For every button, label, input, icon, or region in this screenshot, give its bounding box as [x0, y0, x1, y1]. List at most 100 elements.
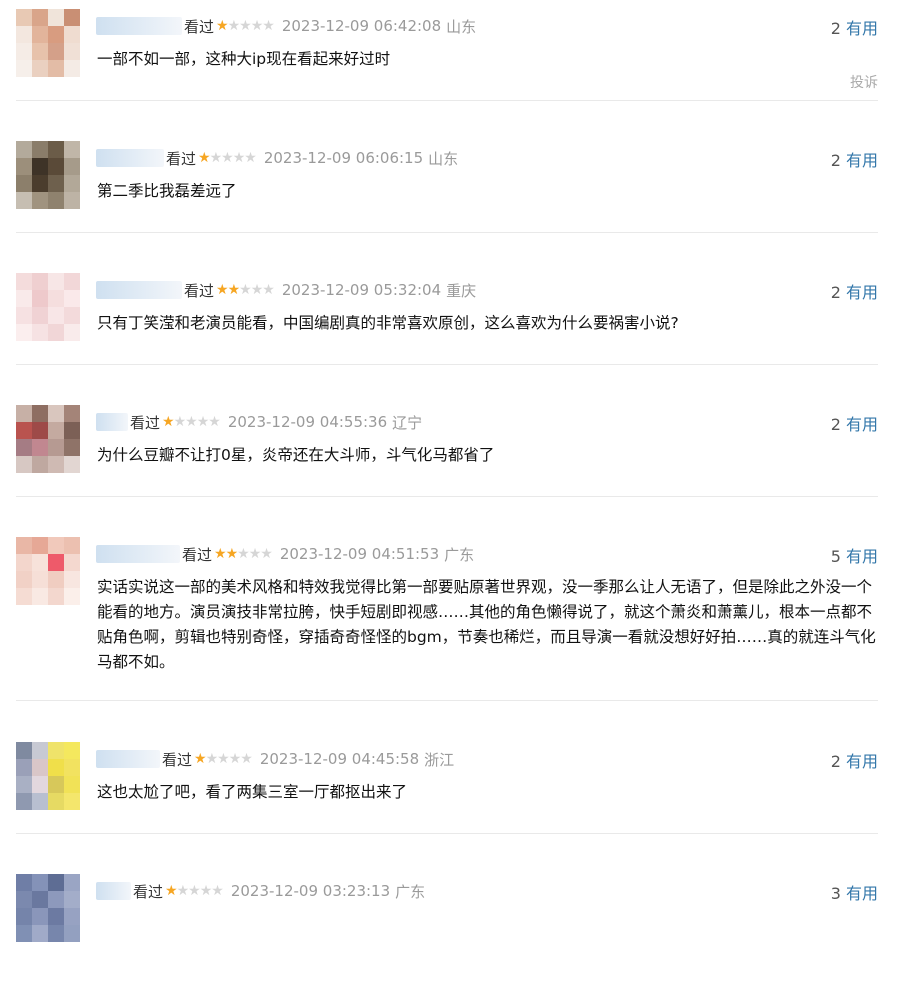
- comment-location: 广东: [395, 882, 426, 901]
- avatar[interactable]: [16, 742, 80, 810]
- rating-stars: ★★★★★: [162, 414, 221, 430]
- comment-time: 2023-12-09 04:51:53: [279, 545, 440, 563]
- star-icon: ★: [240, 751, 253, 767]
- comment-time: 2023-12-09 05:32:04: [281, 281, 442, 299]
- username-blurred[interactable]: [96, 545, 180, 563]
- comment-text: 实话实说这一部的美术风格和特效我觉得比第一部要贴原著世界观，没一季那么让人无语了…: [97, 578, 876, 671]
- useful-label: 有用: [845, 752, 878, 771]
- star-icon: ★: [225, 546, 239, 562]
- useful-count: 5: [830, 547, 841, 566]
- useful-vote-button[interactable]: 2 有用: [831, 147, 878, 171]
- rating-stars: ★★★★★: [216, 18, 275, 34]
- useful-vote-button[interactable]: 2 有用: [831, 748, 878, 772]
- watch-status: 看过: [130, 413, 161, 432]
- comment-text: 这也太尬了吧，看了两集三室一厅都抠出来了: [97, 783, 408, 801]
- comment-meta: 看过 ★★★★★ 2023-12-09 04:45:58 浙江: [96, 748, 454, 770]
- star-icon: ★: [227, 282, 241, 298]
- comment-location: 广东: [444, 545, 475, 564]
- star-icon: ★: [198, 150, 211, 166]
- avatar[interactable]: [16, 273, 80, 341]
- useful-count: 2: [830, 19, 841, 38]
- star-icon: ★: [248, 546, 262, 562]
- comment-text: 只有丁笑滢和老演员能看，中国编剧真的非常喜欢原创，这么喜欢为什么要祸害小说?: [97, 314, 679, 332]
- useful-vote-button[interactable]: 2 有用: [831, 279, 878, 303]
- username-blurred[interactable]: [96, 17, 182, 35]
- useful-vote-button[interactable]: 2 有用: [831, 15, 878, 39]
- useful-vote-button[interactable]: 2 有用: [831, 411, 878, 435]
- comment-text: 为什么豆瓣不让打0星，炎帝还在大斗师，斗气化马都省了: [97, 446, 495, 464]
- comment-meta: 看过 ★★★★★ 2023-12-09 04:51:53 广东: [96, 543, 474, 565]
- comment-location: 辽宁: [392, 413, 423, 432]
- avatar[interactable]: [16, 537, 80, 605]
- comment-divider: [16, 100, 878, 101]
- useful-label: 有用: [845, 884, 878, 903]
- comment-meta: 看过 ★★★★★ 2023-12-09 05:32:04 重庆: [96, 279, 476, 301]
- star-icon: ★: [262, 282, 275, 298]
- useful-count: 2: [830, 752, 841, 771]
- comment-meta: 看过 ★★★★★ 2023-12-09 06:42:08 山东: [96, 15, 476, 37]
- useful-label: 有用: [845, 547, 878, 566]
- comment-item: 看过 ★★★★★ 2023-12-09 05:32:04 重庆 2 有用 只有丁笑滢和老演…: [0, 264, 900, 396]
- comment-text: 一部不如一部，这种大ip现在看起来好过时: [97, 50, 391, 68]
- comment-time: 2023-12-09 04:45:58: [259, 750, 420, 768]
- star-icon: ★: [196, 414, 210, 430]
- star-icon: ★: [162, 414, 175, 430]
- useful-vote-button[interactable]: 3 有用: [831, 880, 878, 904]
- comment-item: 看过 ★★★★★ 2023-12-09 04:45:58 浙江 2 有用 这也太尬了吧，看…: [0, 733, 900, 865]
- star-icon: ★: [194, 751, 207, 767]
- comment-item: 看过 ★★★★★ 2023-12-09 03:23:13 广东 3 有用: [0, 865, 900, 997]
- comment-divider: [16, 232, 878, 233]
- star-icon: ★: [228, 751, 242, 767]
- comment-time: 2023-12-09 03:23:13: [230, 882, 391, 900]
- rating-stars: ★★★★★: [216, 282, 275, 298]
- comment-meta: 看过 ★★★★★ 2023-12-09 06:06:15 山东: [96, 147, 458, 169]
- comment-divider: [16, 496, 878, 497]
- username-blurred[interactable]: [96, 750, 160, 768]
- username-blurred[interactable]: [96, 149, 164, 167]
- star-icon: ★: [217, 751, 230, 767]
- useful-count: 3: [830, 884, 841, 903]
- comment-text: 第二季比我磊差远了: [97, 182, 237, 200]
- username-blurred[interactable]: [96, 281, 182, 299]
- comment-item: 看过 ★★★★★ 2023-12-09 04:51:53 广东 5 有用 实话实说这一部的…: [0, 528, 900, 671]
- watch-status: 看过: [133, 882, 164, 901]
- username-blurred[interactable]: [96, 882, 131, 900]
- comment-location: 山东: [446, 17, 477, 36]
- star-icon: ★: [205, 751, 219, 767]
- useful-label: 有用: [845, 415, 878, 434]
- watch-status: 看过: [162, 750, 193, 769]
- star-icon: ★: [244, 150, 257, 166]
- comment-time: 2023-12-09 06:42:08: [281, 17, 442, 35]
- comment-time: 2023-12-09 06:06:15: [263, 149, 424, 167]
- star-icon: ★: [208, 414, 221, 430]
- comment-location: 山东: [428, 149, 459, 168]
- star-icon: ★: [232, 150, 246, 166]
- star-icon: ★: [262, 18, 275, 34]
- comment-divider: [16, 364, 878, 365]
- watch-status: 看过: [184, 17, 215, 36]
- comment-divider: [16, 833, 878, 834]
- star-icon: ★: [216, 18, 229, 34]
- comment-item: 看过 ★★★★★ 2023-12-09 06:06:15 山东 2 有用 第二季比我磊差远…: [0, 132, 900, 264]
- avatar[interactable]: [16, 141, 80, 209]
- report-link[interactable]: 投诉: [850, 72, 878, 92]
- comment-item: 看过 ★★★★★ 2023-12-09 04:55:36 辽宁 2 有用为什么豆瓣不让打…: [0, 396, 900, 528]
- useful-label: 有用: [845, 283, 878, 302]
- comment-divider: [16, 700, 878, 701]
- star-icon: ★: [214, 546, 227, 562]
- comment-item: 看过 ★★★★★ 2023-12-09 06:42:08 山东 2 有用 一部不如一部，这…: [0, 0, 900, 132]
- useful-vote-button[interactable]: 5 有用: [831, 543, 878, 567]
- avatar[interactable]: [16, 405, 80, 473]
- star-icon: ★: [237, 546, 250, 562]
- useful-label: 有用: [845, 19, 878, 38]
- star-icon: ★: [173, 414, 187, 430]
- comment-meta: 看过 ★★★★★ 2023-12-09 04:55:36 辽宁: [96, 411, 422, 433]
- username-blurred[interactable]: [96, 413, 128, 431]
- rating-stars: ★★★★★: [214, 546, 273, 562]
- useful-count: 2: [830, 151, 841, 170]
- avatar[interactable]: [16, 874, 80, 942]
- comment-time: 2023-12-09 04:55:36: [227, 413, 388, 431]
- rating-stars: ★★★★★: [198, 150, 257, 166]
- avatar[interactable]: [16, 9, 80, 77]
- star-icon: ★: [221, 150, 234, 166]
